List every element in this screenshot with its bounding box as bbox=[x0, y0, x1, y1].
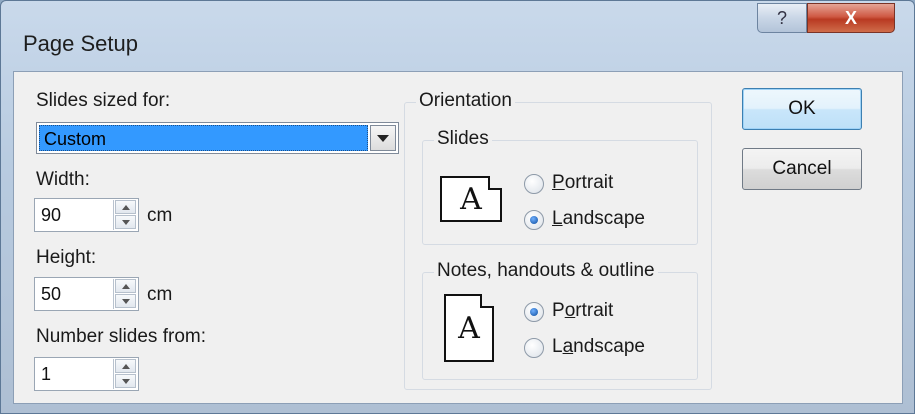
height-unit: cm bbox=[147, 284, 173, 305]
height-label: Height: bbox=[36, 247, 97, 268]
number-slides-from-spinner[interactable]: 1 bbox=[34, 357, 139, 391]
number-slides-from-label: Number slides from: bbox=[36, 326, 206, 347]
cancel-button[interactable]: Cancel bbox=[742, 148, 862, 190]
page-fold-icon bbox=[488, 176, 502, 190]
notes-landscape-label[interactable]: Landscape bbox=[552, 336, 645, 358]
notes-portrait-label[interactable]: Portrait bbox=[552, 300, 613, 322]
portrait-page-letter: A bbox=[458, 310, 480, 346]
dialog-window: Page Setup ? X Slides sized for: Custom … bbox=[0, 0, 915, 414]
slides-landscape-radio[interactable] bbox=[524, 210, 544, 230]
help-button[interactable]: ? bbox=[757, 3, 807, 33]
slides-sized-for-dropdown[interactable]: Custom bbox=[36, 122, 399, 154]
height-spinner[interactable]: 50 bbox=[34, 277, 139, 311]
width-unit: cm bbox=[147, 205, 173, 226]
number-slides-increment-icon[interactable] bbox=[115, 359, 136, 373]
chevron-down-icon[interactable] bbox=[370, 125, 396, 151]
width-increment-icon[interactable] bbox=[115, 200, 136, 214]
landscape-page-icon: A bbox=[440, 176, 502, 222]
height-spin-buttons bbox=[113, 279, 137, 309]
width-spin-buttons bbox=[113, 200, 137, 230]
slides-orientation-label: Slides bbox=[434, 128, 492, 150]
dialog-body: Slides sized for: Custom Width: 90 cm He… bbox=[13, 71, 903, 404]
slides-landscape-label[interactable]: Landscape bbox=[552, 208, 645, 230]
number-slides-from-value: 1 bbox=[41, 364, 52, 384]
width-value: 90 bbox=[41, 205, 62, 225]
portrait-page-icon: A bbox=[444, 294, 494, 362]
width-decrement-icon[interactable] bbox=[115, 215, 136, 229]
height-decrement-icon[interactable] bbox=[115, 294, 136, 308]
dialog-title: Page Setup bbox=[23, 31, 138, 56]
slides-portrait-radio[interactable] bbox=[524, 174, 544, 194]
orientation-label: Orientation bbox=[416, 90, 515, 112]
help-icon: ? bbox=[776, 7, 787, 28]
slides-sized-for-label: Slides sized for: bbox=[36, 90, 171, 111]
slides-portrait-label[interactable]: Portrait bbox=[552, 172, 613, 194]
number-slides-from-spin-buttons bbox=[113, 359, 137, 389]
width-spinner[interactable]: 90 bbox=[34, 198, 139, 232]
page-fold-icon bbox=[480, 294, 494, 308]
number-slides-decrement-icon[interactable] bbox=[115, 374, 136, 388]
ok-button[interactable]: OK bbox=[742, 88, 862, 130]
notes-landscape-radio[interactable] bbox=[524, 338, 544, 358]
notes-orientation-label: Notes, handouts & outline bbox=[434, 260, 658, 282]
width-label: Width: bbox=[36, 169, 90, 190]
landscape-page-letter: A bbox=[460, 181, 482, 217]
close-icon: X bbox=[844, 7, 857, 28]
height-value: 50 bbox=[41, 284, 62, 304]
title-bar[interactable]: Page Setup ? X bbox=[1, 1, 914, 71]
notes-portrait-radio[interactable] bbox=[524, 302, 544, 322]
height-increment-icon[interactable] bbox=[115, 279, 136, 293]
slides-sized-for-value: Custom bbox=[39, 125, 368, 151]
close-button[interactable]: X bbox=[807, 3, 895, 33]
